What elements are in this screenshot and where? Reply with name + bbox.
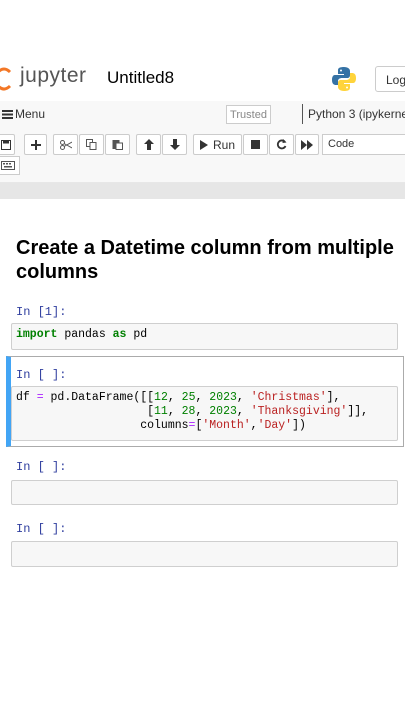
code-input[interactable]: import pandas as pd	[11, 323, 398, 350]
cell-type-select[interactable]: Code	[322, 134, 405, 155]
save-button[interactable]	[0, 134, 15, 155]
cut-icon	[59, 139, 72, 150]
markdown-heading[interactable]: Create a Datetime column from multiple c…	[16, 236, 396, 284]
run-button[interactable]: Run	[193, 134, 242, 155]
kernel-separator	[302, 104, 303, 124]
top-blank-area	[0, 0, 405, 58]
paste-icon	[112, 140, 123, 150]
copy-icon	[86, 139, 97, 150]
paste-button[interactable]	[105, 134, 130, 155]
notebook-title[interactable]: Untitled8	[107, 68, 174, 88]
restart-button[interactable]	[269, 134, 294, 155]
cut-button[interactable]	[53, 134, 78, 155]
jupyter-wordmark[interactable]: jupyter	[20, 64, 87, 88]
kernel-name[interactable]: Python 3 (ipykernel	[308, 107, 405, 121]
plus-icon	[30, 139, 41, 150]
code-keyword: import	[16, 328, 58, 341]
save-icon	[0, 139, 11, 150]
play-icon	[199, 139, 208, 150]
copy-button[interactable]	[79, 134, 104, 155]
run-button-label: Run	[212, 137, 235, 152]
code-input[interactable]	[11, 480, 398, 505]
keyboard-icon	[1, 161, 15, 170]
code-input[interactable]: df = pd.DataFrame([[12, 25, 2023, 'Chris…	[11, 386, 398, 441]
logout-button[interactable]: Logo	[375, 66, 405, 92]
restart-run-all-button[interactable]	[295, 134, 319, 155]
cell-prompt: In [1]:	[16, 305, 67, 319]
notebook-margin	[0, 183, 405, 199]
fast-forward-icon	[301, 139, 313, 150]
hamburger-icon[interactable]	[2, 110, 13, 119]
cell-prompt: In [ ]:	[16, 522, 67, 536]
command-palette-button[interactable]	[0, 156, 20, 175]
code-keyword: as	[112, 328, 127, 341]
stop-icon	[251, 140, 260, 149]
bottom-blank-area	[0, 582, 405, 720]
interrupt-button[interactable]	[243, 134, 268, 155]
code-input[interactable]	[11, 541, 398, 567]
cell-prompt: In [ ]:	[16, 368, 67, 382]
insert-cell-button[interactable]	[24, 134, 47, 155]
python-logo-icon	[332, 67, 356, 91]
move-down-button[interactable]	[162, 134, 187, 155]
cell-prompt: In [ ]:	[16, 460, 67, 474]
restart-icon	[276, 139, 287, 150]
move-up-button[interactable]	[136, 134, 161, 155]
jupyter-logo-icon	[0, 67, 12, 91]
trusted-indicator[interactable]: Trusted	[226, 105, 271, 124]
menu-toggle[interactable]: Menu	[15, 107, 45, 121]
arrow-up-icon	[143, 139, 154, 150]
arrow-down-icon	[169, 139, 180, 150]
